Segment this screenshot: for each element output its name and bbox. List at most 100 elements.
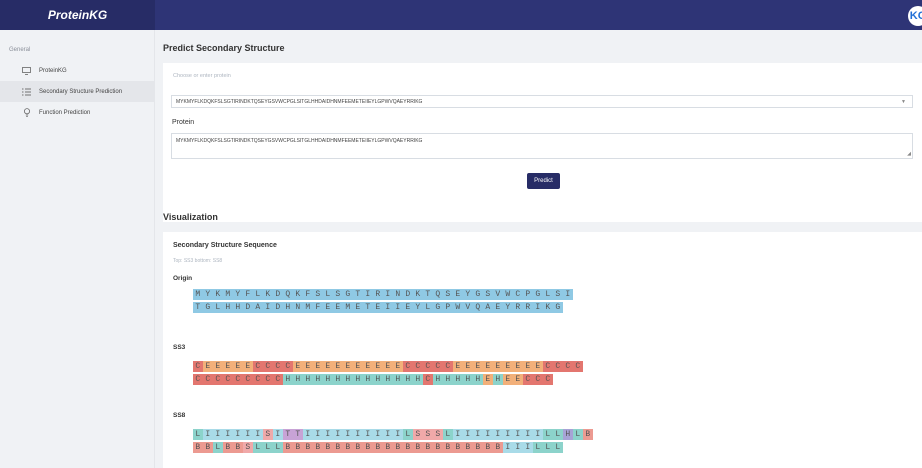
origin-residue: V (493, 289, 503, 300)
ss8-residue: B (193, 442, 203, 453)
ss3-residue: C (213, 374, 223, 385)
ss8-residue: B (343, 442, 353, 453)
origin-residue: K (213, 289, 223, 300)
predict-card: Choose or enter protein MYKMYFLKDQKFSLSG… (163, 63, 922, 222)
ss3-residue: E (483, 374, 493, 385)
ss8-residue: L (193, 429, 203, 440)
origin-residue: I (263, 302, 273, 313)
origin-residue: H (233, 302, 243, 313)
list-icon (22, 87, 31, 96)
ss8-residue: B (473, 442, 483, 453)
ss8-residue: I (343, 429, 353, 440)
ss8-residue: B (283, 442, 293, 453)
ss3-residue: E (243, 361, 253, 372)
ss3-residue: C (413, 361, 423, 372)
resize-handle-icon[interactable]: ◢ (907, 151, 911, 157)
origin-residue: E (453, 289, 463, 300)
ss3-residue: E (453, 361, 463, 372)
origin-residue: A (483, 302, 493, 313)
ss8-residue: I (323, 429, 333, 440)
ss8-residue: B (353, 442, 363, 453)
origin-residue: L (213, 302, 223, 313)
ss3-residue: E (383, 361, 393, 372)
sidebar-item-function-prediction[interactable]: Function Prediction (0, 102, 154, 123)
ss3-residue: C (523, 374, 533, 385)
visualization-card: Secondary Structure Sequence Top: SS3 bo… (163, 232, 922, 468)
ss3-residue: H (383, 374, 393, 385)
protein-textarea-value: MYKMYFLKDQKFSLSGTIRINDKTQSEYGSVWCPGLSITG… (176, 138, 423, 144)
chevron-down-icon[interactable]: ▼ (901, 99, 906, 105)
protein-select-placeholder: Choose or enter protein (173, 73, 231, 79)
ss8-residue: I (363, 429, 373, 440)
origin-residue: K (543, 302, 553, 313)
ss3-residue: C (553, 361, 563, 372)
origin-residue: I (383, 289, 393, 300)
origin-residue: F (303, 289, 313, 300)
ss8-residue: L (443, 429, 453, 440)
origin-residue: Y (203, 289, 213, 300)
protein-select[interactable]: MYKMYFLKDQKFSLSGTIRINDKTQSEYGSVWCPGLSITG… (171, 95, 913, 108)
ss3-residue: E (213, 361, 223, 372)
ss3-residue: H (473, 374, 483, 385)
origin-residue: M (193, 289, 203, 300)
ss8-residue: I (473, 429, 483, 440)
ss8-residue: S (423, 429, 433, 440)
ss3-residue: C (203, 374, 213, 385)
ss8-residue: B (323, 442, 333, 453)
origin-residue: K (263, 289, 273, 300)
logo-area[interactable]: ProteinKG (0, 0, 155, 30)
origin-residue: L (423, 302, 433, 313)
main-content: Predict Secondary Structure Choose or en… (163, 30, 922, 468)
ss3-residue: C (443, 361, 453, 372)
ss8-residue: I (533, 429, 543, 440)
ss8-residue: B (483, 442, 493, 453)
ss3-residue: E (323, 361, 333, 372)
ss3-label: SS3 (173, 344, 186, 351)
app-logo[interactable]: ProteinKG (48, 8, 107, 22)
predict-button[interactable]: Predict (527, 173, 560, 189)
ss3-residue: C (543, 361, 553, 372)
ss3-residue: H (283, 374, 293, 385)
ss3-residue: C (283, 361, 293, 372)
ss8-residue: L (533, 442, 543, 453)
sidebar-group-label: General (9, 47, 31, 53)
ss3-residue: H (403, 374, 413, 385)
ss8-residue: B (303, 442, 313, 453)
ss3-residue: C (193, 374, 203, 385)
ss8-residue: I (203, 429, 213, 440)
origin-residue: T (363, 302, 373, 313)
ss8-residue: B (403, 442, 413, 453)
origin-residue: H (283, 302, 293, 313)
ss3-residue: C (253, 361, 263, 372)
visualization-title: Visualization (163, 212, 218, 222)
ss3-residue: E (513, 361, 523, 372)
sidebar-item-proteinkg[interactable]: ProteinKG (0, 60, 154, 81)
ss8-residue: I (353, 429, 363, 440)
ss8-residue: I (243, 429, 253, 440)
ss3-residue: C (193, 361, 203, 372)
ss3-residue: E (203, 361, 213, 372)
ss8-residue: I (373, 429, 383, 440)
ss8-residue: L (553, 429, 563, 440)
ss8-residue: B (203, 442, 213, 453)
ss8-residue: B (333, 442, 343, 453)
brand-avatar-icon[interactable]: KG (908, 6, 922, 26)
ss8-residue: I (253, 429, 263, 440)
origin-residue: N (393, 289, 403, 300)
ss8-residue: I (513, 429, 523, 440)
protein-textarea[interactable]: MYKMYFLKDQKFSLSGTIRINDKTQSEYGSVWCPGLSITG… (171, 133, 913, 159)
origin-residue: I (533, 302, 543, 313)
ss3-residue: E (393, 361, 403, 372)
origin-residue: Q (283, 289, 293, 300)
sidebar-item-secondary-structure[interactable]: Secondary Structure Prediction (0, 81, 154, 102)
ss8-residue: L (543, 429, 553, 440)
origin-residue: Y (463, 289, 473, 300)
origin-residue: M (303, 302, 313, 313)
ss8-residue: I (493, 429, 503, 440)
ss3-residue: E (503, 361, 513, 372)
ss8-residue: B (433, 442, 443, 453)
origin-residue: I (393, 302, 403, 313)
ss3-residue: H (433, 374, 443, 385)
ss8-residue: B (393, 442, 403, 453)
sidebar-item-label: Function Prediction (39, 109, 91, 116)
